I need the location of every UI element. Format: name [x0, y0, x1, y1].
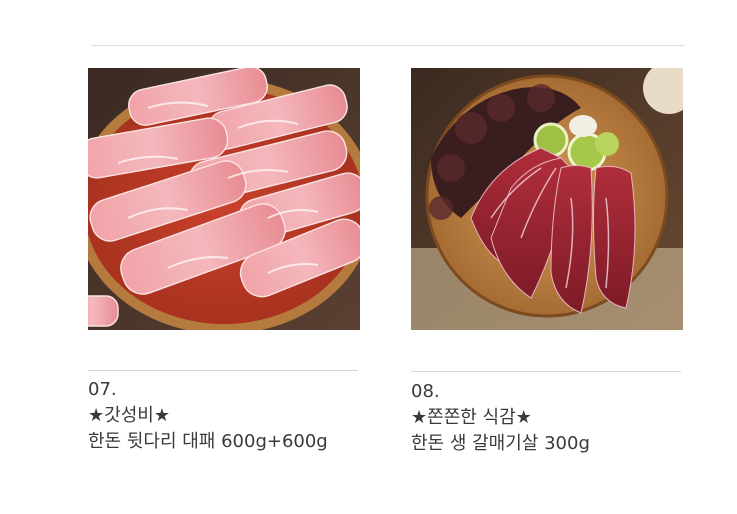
product-info: 08. ★쫀쫀한 식감★ 한돈 생 갈매기살 300g [411, 379, 711, 457]
product-card-08[interactable]: 08. ★쫀쫀한 식감★ 한돈 생 갈매기살 300g [411, 68, 683, 454]
product-tagline: ★쫀쫀한 식감★ [411, 407, 532, 428]
card-divider [88, 370, 358, 371]
product-name[interactable]: 한돈 뒷다리 대패 600g+600g [88, 429, 388, 455]
product-tagline: ★갓성비★ [88, 405, 170, 426]
product-image-pork-skirt-meat[interactable] [411, 68, 683, 330]
card-divider [411, 371, 681, 372]
top-divider [91, 45, 685, 46]
product-card-07[interactable]: 07. ★갓성비★ 한돈 뒷다리 대패 600g+600g [88, 68, 360, 452]
product-number: 07. [88, 379, 117, 400]
product-name[interactable]: 한돈 생 갈매기살 300g [411, 431, 711, 457]
product-number: 08. [411, 381, 440, 402]
product-info: 07. ★갓성비★ 한돈 뒷다리 대패 600g+600g [88, 377, 388, 455]
product-image-pork-leg-slices[interactable] [88, 68, 360, 330]
